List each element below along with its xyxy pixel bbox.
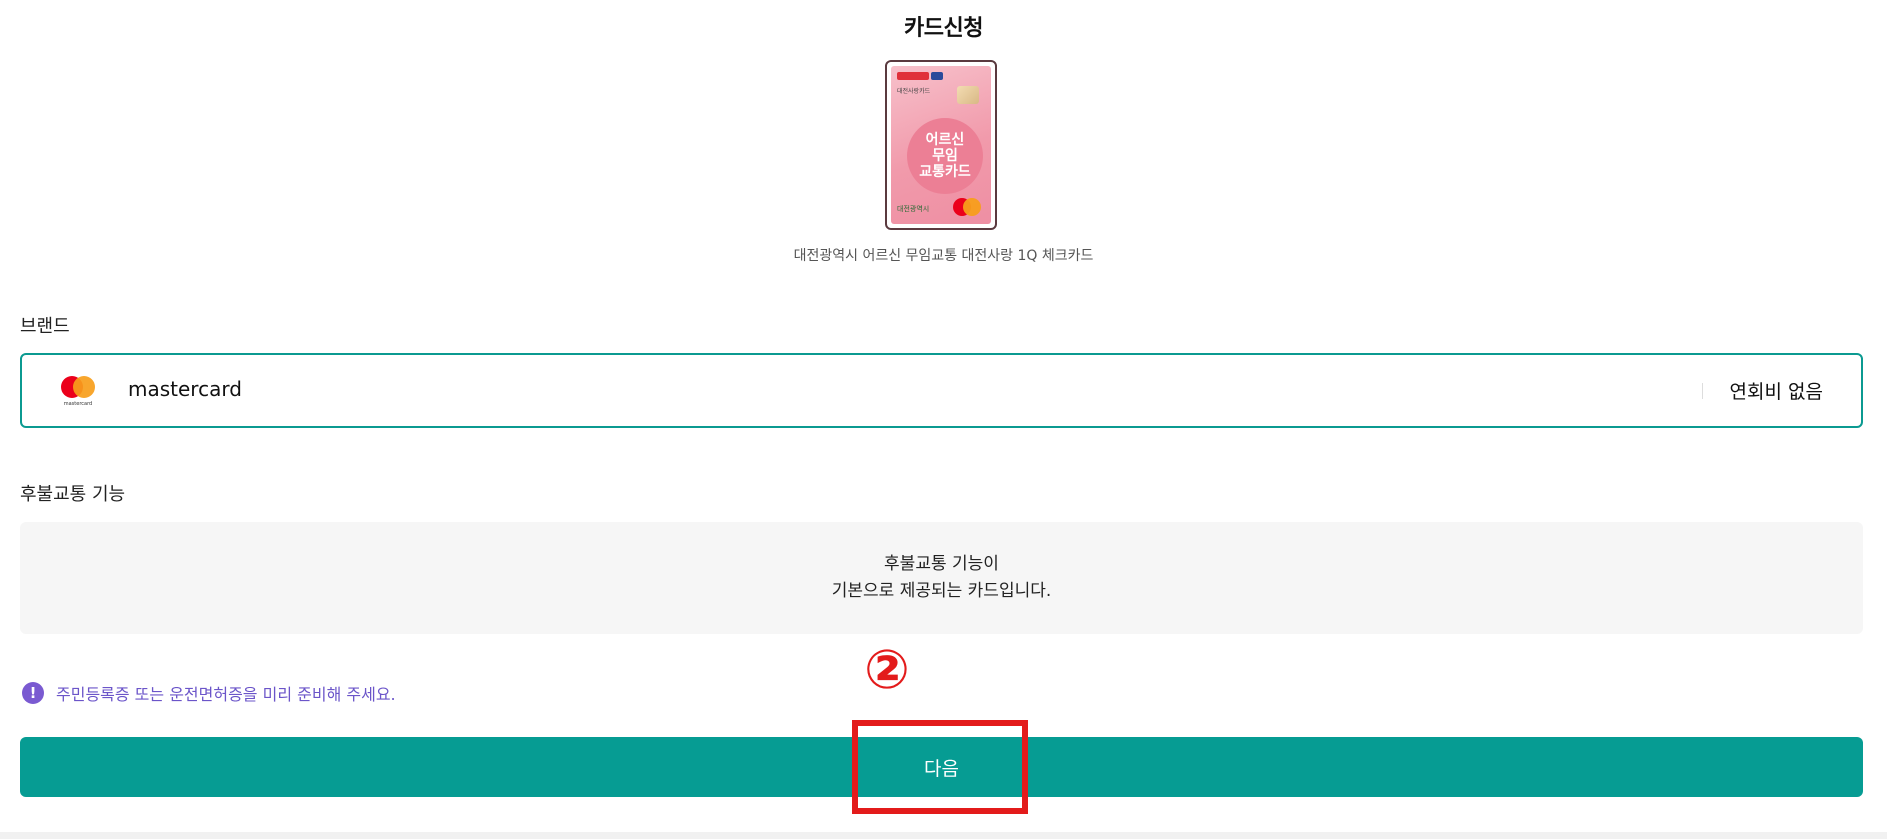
card-face: 대전사랑카드 어르신 무임 교통카드 대전광역시 [891,66,991,224]
brand-divider [1702,383,1703,399]
card-small-text: 대전사랑카드 [897,88,931,95]
bottom-strip [0,832,1887,839]
card-face-title: 어르신 무임 교통카드 [907,118,983,194]
postpaid-section-label: 후불교통 기능 [20,484,126,505]
highlight-box-annotation [852,720,1028,814]
card-name: 대전광역시 어르신 무임교통 대전사랑 1Q 체크카드 [793,248,1094,264]
brand-option-mastercard[interactable]: mastercard mastercard 연회비 없음 [20,353,1863,428]
notice-text: 주민등록증 또는 운전면허증을 미리 준비해 주세요. [56,685,396,704]
mastercard-logo-caption: mastercard [63,401,93,407]
card-image: 대전사랑카드 어르신 무임 교통카드 대전광역시 [885,60,997,230]
card-chip-icon [957,86,979,104]
card-application-page: 카드신청 대전사랑카드 어르신 무임 교통카드 대전광역시 대전광역시 어르신 … [0,0,1887,839]
card-city-text: 대전광역시 [897,205,930,213]
exclamation-icon: ! [22,682,44,704]
card-mastercard-icon [953,198,981,216]
postpaid-info-line1: 후불교통 기능이 [884,554,999,574]
card-badge [897,72,929,80]
step-marker-annotation: ② [864,638,910,701]
id-notice: ! 주민등록증 또는 운전면허증을 미리 준비해 주세요. [22,681,396,705]
brand-name: mastercard [128,377,242,401]
brand-section-label: 브랜드 [20,316,70,337]
annual-fee-text: 연회비 없음 [1729,381,1823,403]
card-badge-secondary [931,72,943,80]
page-title: 카드신청 [904,16,983,41]
postpaid-info-line2: 기본으로 제공되는 카드입니다. [831,581,1052,601]
postpaid-info-box: 후불교통 기능이 기본으로 제공되는 카드입니다. [20,522,1863,634]
